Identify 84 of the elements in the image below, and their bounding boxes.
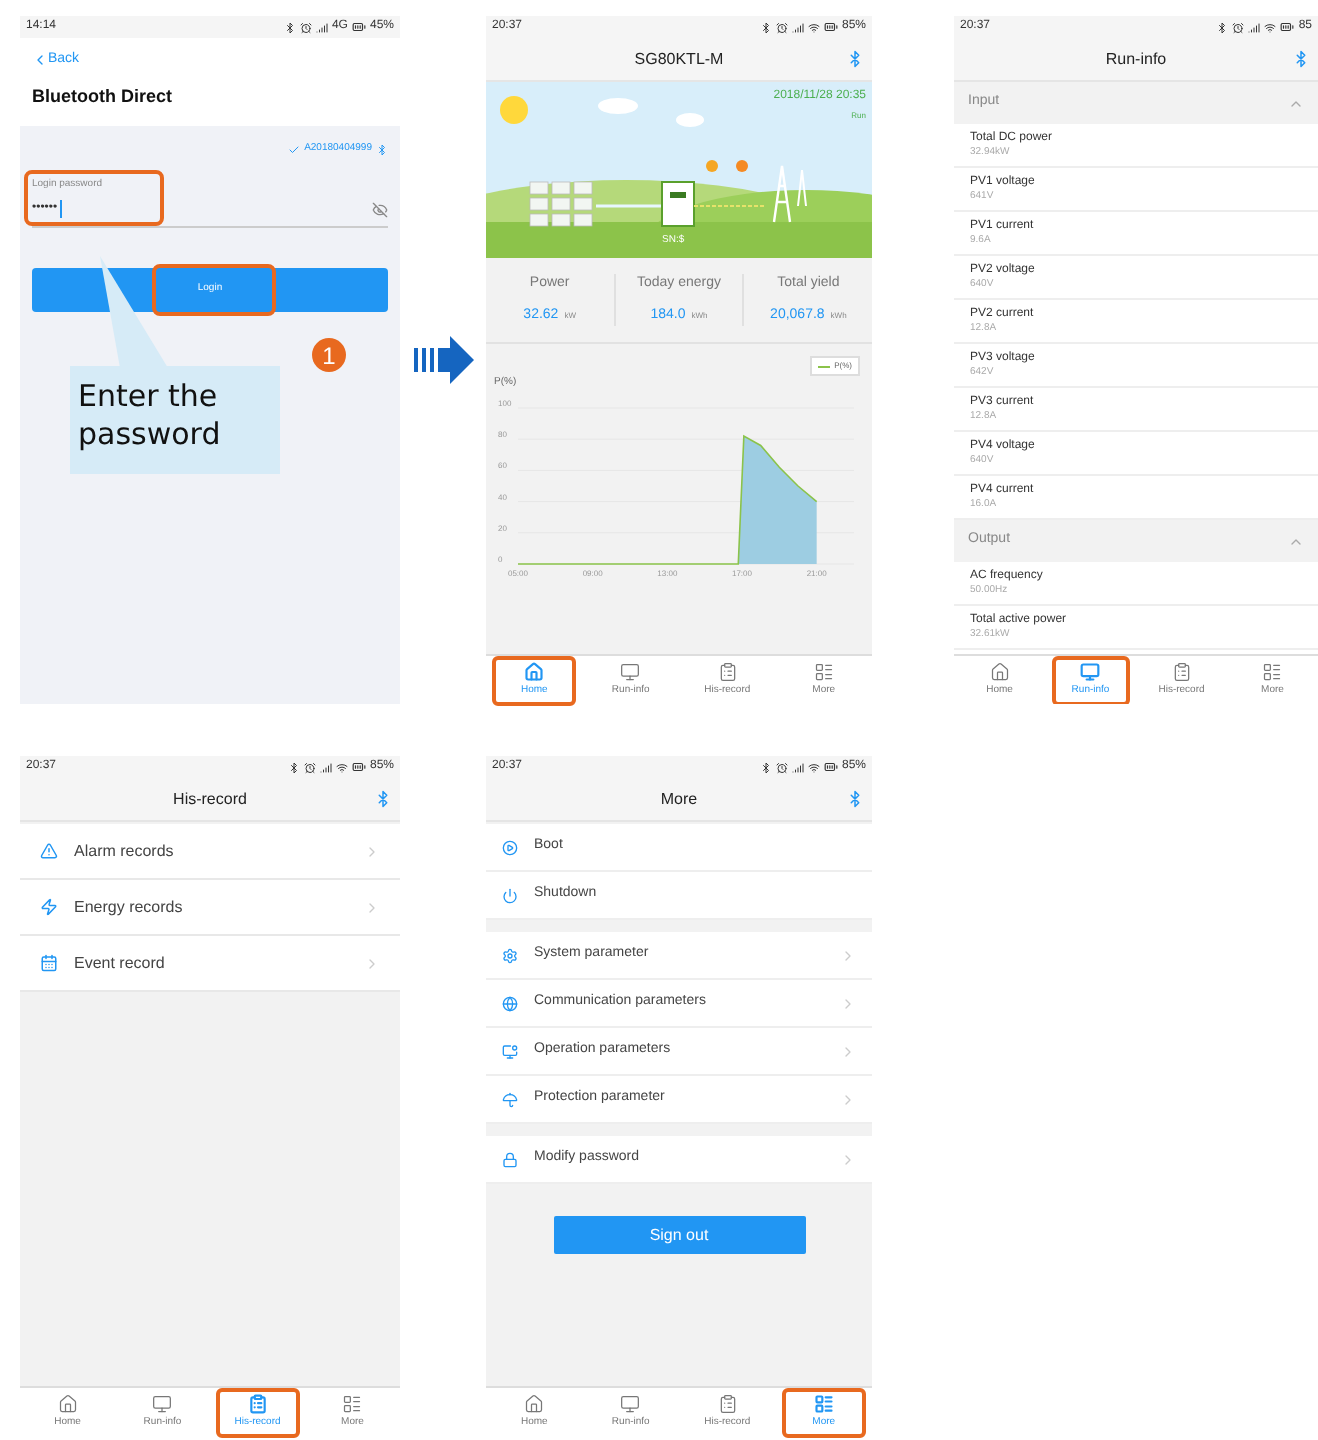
- tab-icon: [1262, 661, 1283, 682]
- screen-title: More: [660, 787, 698, 811]
- highlight-frame: [152, 264, 276, 316]
- alarm-icon: [775, 761, 788, 773]
- menu-icon: [502, 1091, 518, 1107]
- highlight-frame: [216, 1388, 299, 1438]
- chevron-right-icon: [840, 1091, 856, 1107]
- callout-pointer: [100, 256, 170, 368]
- menu-icon: [40, 954, 58, 972]
- highlight-frame: [781, 1388, 866, 1438]
- alarm-icon: [303, 761, 316, 773]
- alarm-icon: [775, 21, 788, 33]
- chevron-right-icon: [364, 955, 380, 971]
- bluetooth-icon[interactable]: [374, 790, 392, 808]
- signal-icon: [319, 761, 332, 773]
- tab-icon: [620, 661, 641, 682]
- tab-icon: [717, 1393, 738, 1414]
- battery-icon: [1280, 20, 1295, 34]
- tab-icon: [989, 661, 1010, 682]
- tab-icon: [247, 1393, 268, 1414]
- signal-icon: [791, 21, 804, 33]
- bluetooth-icon: [759, 21, 772, 33]
- chevron-right-icon: [840, 947, 856, 963]
- bluetooth-icon[interactable]: [846, 50, 864, 68]
- menu-icon: [502, 995, 518, 1011]
- chevron-right-icon: [364, 843, 380, 859]
- alarm-icon: [299, 21, 312, 33]
- tab-icon: [813, 1393, 834, 1414]
- screen-title: His-record: [173, 787, 247, 811]
- highlight-frame: [24, 169, 164, 225]
- wifi-icon: [807, 761, 820, 773]
- tab-icon: [342, 1393, 363, 1414]
- tab-icon: [57, 1393, 78, 1414]
- chevron-right-icon: [840, 995, 856, 1011]
- screen-title: SG80KTL-M: [634, 47, 724, 71]
- arrow-icon: [413, 336, 473, 384]
- menu-icon: [502, 1151, 518, 1167]
- sign-out-button[interactable]: Sign out: [553, 1216, 805, 1254]
- tab-icon: [1080, 661, 1101, 682]
- wifi-icon: [335, 761, 348, 773]
- chevron-right-icon: [364, 899, 380, 915]
- tab-icon: [152, 1393, 173, 1414]
- battery-icon: [351, 760, 366, 774]
- tab-icon: [524, 661, 545, 682]
- highlight-frame: [492, 656, 577, 706]
- menu-icon: [502, 947, 518, 963]
- step-badge: 1: [312, 338, 346, 372]
- screen-title: Run-info: [1105, 47, 1167, 71]
- wifi-icon: [807, 21, 820, 33]
- chevron-right-icon: [840, 1043, 856, 1059]
- bluetooth-icon: [287, 761, 300, 773]
- chevron-right-icon: [840, 1151, 856, 1167]
- bluetooth-icon[interactable]: [1292, 50, 1310, 68]
- menu-item[interactable]: Event record: [20, 936, 400, 992]
- signal-icon: [315, 21, 328, 33]
- tab-icon: [1171, 661, 1192, 682]
- menu-item[interactable]: Alarm records: [20, 824, 400, 880]
- menu-item[interactable]: Energy records: [20, 880, 400, 936]
- bluetooth-icon[interactable]: [846, 790, 864, 808]
- wifi-icon: [1264, 21, 1277, 33]
- bluetooth-icon: [376, 143, 388, 156]
- signal-icon: [791, 761, 804, 773]
- battery-icon: [351, 20, 366, 34]
- bluetooth-icon: [1216, 21, 1229, 33]
- battery-icon: [823, 760, 838, 774]
- menu-icon: [40, 842, 58, 860]
- battery-icon: [823, 20, 838, 34]
- bluetooth-icon: [759, 761, 772, 773]
- alarm-icon: [1232, 21, 1245, 33]
- menu-icon: [40, 898, 58, 916]
- tab-icon: [717, 661, 738, 682]
- hide-password-icon[interactable]: [372, 201, 388, 217]
- tab-icon: [813, 661, 834, 682]
- check-icon: [288, 143, 301, 156]
- tab-icon: [524, 1393, 545, 1414]
- bluetooth-icon: [283, 21, 296, 33]
- menu-icon: [502, 839, 518, 855]
- highlight-frame: [1051, 656, 1130, 704]
- menu-icon: [502, 887, 518, 903]
- chevron-left-icon: [32, 52, 48, 69]
- menu-icon: [502, 1043, 518, 1059]
- tab-icon: [620, 1393, 641, 1414]
- signal-icon: [1248, 21, 1261, 33]
- page-title: Bluetooth Direct: [32, 83, 175, 109]
